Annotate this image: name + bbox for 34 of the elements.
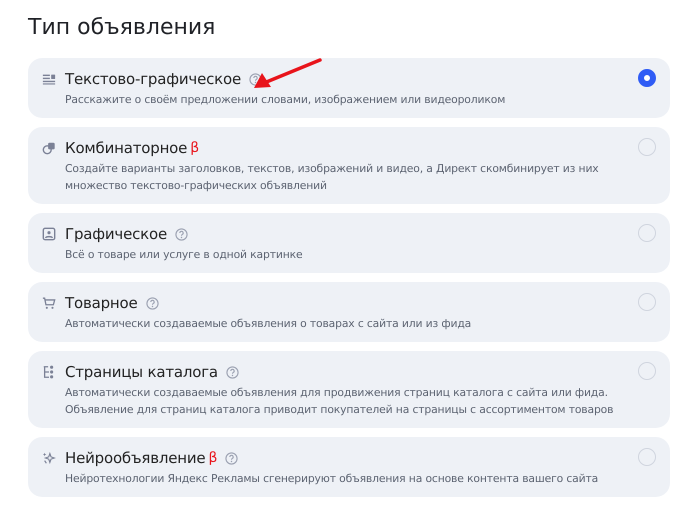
text-lines-icon xyxy=(42,72,56,86)
sparkles-icon xyxy=(42,451,56,465)
option-description: Всё о товаре или услуге в одной картинке xyxy=(65,247,304,263)
ad-type-option[interactable]: Графическое Всё о товаре или услуге в одной картинке xyxy=(28,213,670,273)
option-title: Текстово-графическое xyxy=(65,70,242,88)
option-title: Страницы каталога xyxy=(65,363,218,381)
option-title: Графическое xyxy=(65,225,168,243)
ad-type-option[interactable]: Комбинаторное β Создайте варианты заголовков, текстов, изображений и видео, а Директ скомбинирует из них множество текстово-графических объявлений xyxy=(28,127,670,204)
option-description: Автоматически создаваемые объявления о товарах с сайта или из фида xyxy=(65,316,472,332)
overlapping-shapes-icon xyxy=(42,141,56,155)
help-icon[interactable] xyxy=(225,452,238,464)
option-title: Нейрообъявление xyxy=(65,449,206,467)
option-title: Товарное xyxy=(65,294,138,312)
help-icon[interactable] xyxy=(226,366,239,378)
cart-icon xyxy=(42,296,56,310)
ad-type-option[interactable]: Товарное Автоматически создаваемые объявления о товарах с сайта или из фида xyxy=(28,282,670,342)
image-icon xyxy=(42,227,56,241)
option-description: Автоматически создаваемые объявления для продвижения страниц каталога с сайта или фида. Объявление для страниц каталога приводит покупателей на страницы с ассортиментом товаров xyxy=(65,385,614,418)
help-icon[interactable] xyxy=(249,72,262,86)
ad-type-option[interactable]: Нейрообъявление β Нейротехнологии Яндекс Рекламы сгенерируют объявления на основе контента вашего сайта xyxy=(28,437,670,497)
option-description: Расскажите о своём предложении словами, изображением или видеороликом xyxy=(65,92,506,108)
help-icon[interactable] xyxy=(146,296,159,310)
ad-type-option[interactable]: Текстово-графическое Расскажите о своём предложении словами, изображением или видеороликом xyxy=(28,58,670,118)
beta-label: β xyxy=(190,140,200,156)
page-heading: Тип объявления xyxy=(28,14,216,42)
ad-type-option[interactable]: Страницы каталога Автоматически создаваемые объявления для продвижения страниц каталога с сайта или фида. Объявление для страниц каталога приводит покупателей на страницы с ассортиментом товаров xyxy=(28,351,670,428)
option-description: Создайте варианты заголовков, текстов, изображений и видео, а Директ скомбинирует из них множество текстово-графических объявлений xyxy=(65,161,600,194)
beta-label: β xyxy=(208,450,218,466)
option-description: Нейротехнологии Яндекс Рекламы сгенерируют объявления на основе контента вашего сайта xyxy=(65,471,600,487)
option-title: Комбинаторное xyxy=(65,139,188,157)
help-icon[interactable] xyxy=(175,228,188,240)
radio-button[interactable] xyxy=(638,69,656,87)
tree-structure-icon xyxy=(42,365,56,379)
pointer-arrow xyxy=(252,58,322,90)
